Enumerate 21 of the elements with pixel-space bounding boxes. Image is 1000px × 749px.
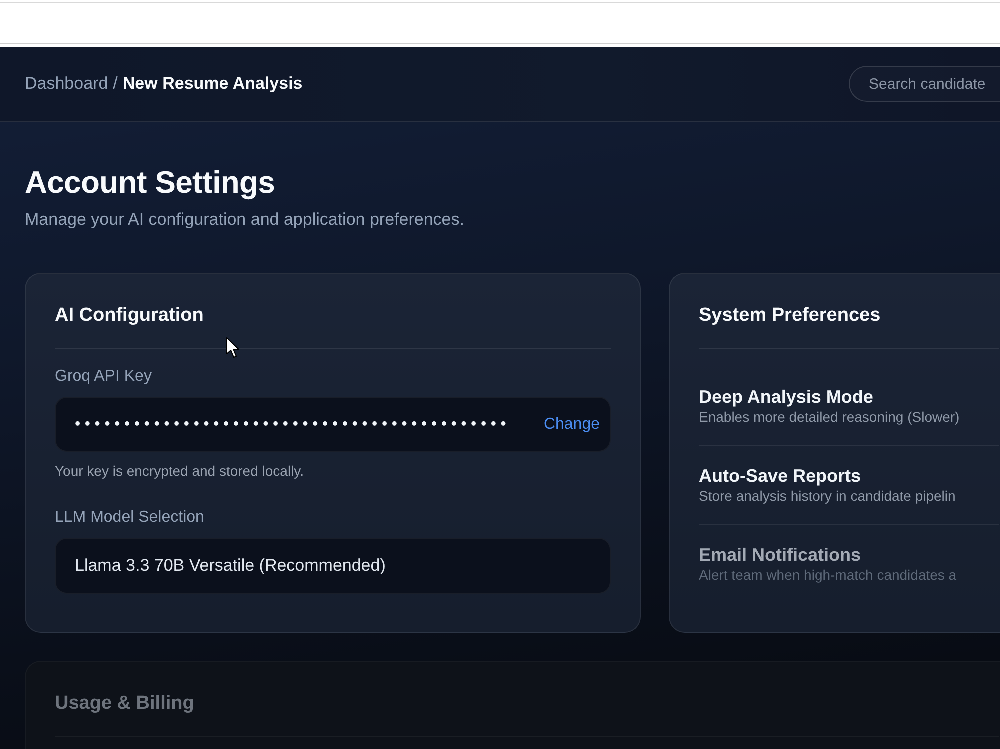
page-subtitle: Manage your AI configuration and application preferences. <box>25 209 466 231</box>
preference-description: Enables more detailed reasoning (Slower) <box>699 408 961 426</box>
field-label: LLM Model Selection <box>55 508 206 528</box>
card-title: System Preferences <box>699 304 882 328</box>
breadcrumb-link[interactable]: Dashboard <box>25 74 108 94</box>
card-title: Usage & Billing <box>55 692 196 716</box>
page-title: Account Settings <box>25 164 276 202</box>
card-title: AI Configuration <box>55 304 205 328</box>
model-select[interactable]: Llama 3.3 70B Versatile (Recommended) <box>55 538 611 594</box>
breadcrumb-separator: / <box>113 74 118 94</box>
preference-title: Auto-Save Reports <box>699 465 862 487</box>
preference-title: Deep Analysis Mode <box>699 386 874 408</box>
preference-title: Email Notifications <box>699 544 862 566</box>
mouse-cursor-icon <box>226 337 241 359</box>
breadcrumb-current: New Resume Analysis <box>122 74 303 94</box>
preference-description: Alert team when high-match candidates a <box>699 566 958 584</box>
field-hint: Your key is encrypted and stored locally. <box>55 462 306 480</box>
api-key-field[interactable]: •••••••••••••••••••••••••••••••••••••••••••• Change <box>55 397 611 452</box>
preference-description: Store analysis history in candidate pipelin <box>699 487 957 505</box>
change-link[interactable]: Change <box>544 412 600 438</box>
field-label: Groq API Key <box>55 367 153 387</box>
